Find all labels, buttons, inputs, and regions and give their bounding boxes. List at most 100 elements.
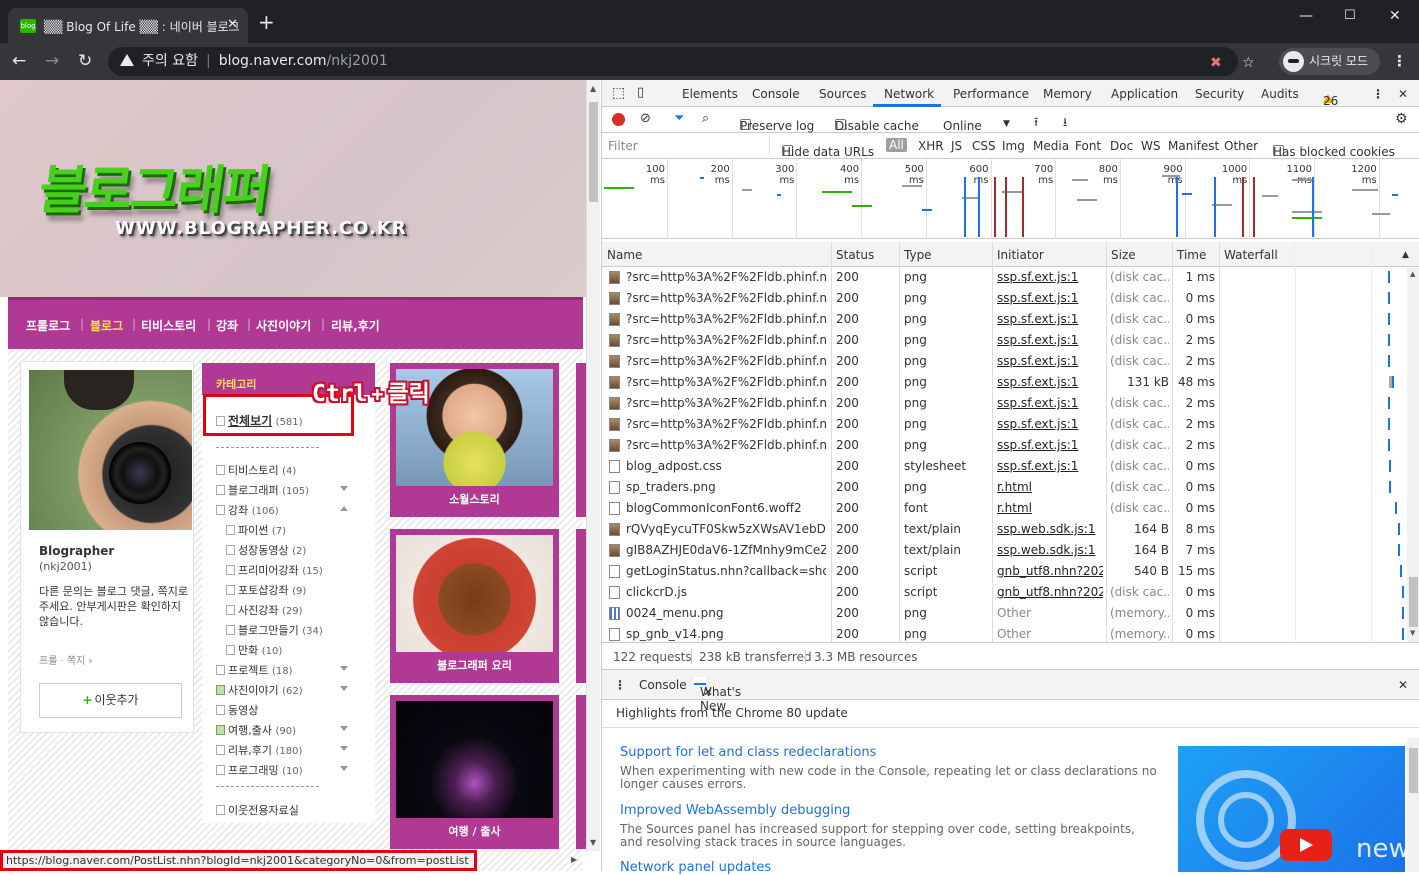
- expand-icon[interactable]: [340, 666, 348, 671]
- network-table-scrollbar[interactable]: ▲ ▼: [1407, 267, 1419, 642]
- filter-css[interactable]: CSS: [972, 139, 996, 153]
- thumbnail-card[interactable]: 블로그래퍼 요리: [390, 529, 559, 683]
- filter-ws[interactable]: WS: [1141, 139, 1160, 153]
- request-name[interactable]: ?src=http%3A%2F%2Fldb.phinf.nav...: [626, 375, 826, 389]
- device-toolbar-icon[interactable]: ▯: [637, 85, 644, 100]
- request-initiator[interactable]: Other: [997, 627, 1103, 641]
- new-tab-icon[interactable]: +: [258, 12, 275, 32]
- tab-application[interactable]: Application: [1111, 87, 1178, 101]
- category-item[interactable]: 티비스토리 (4): [216, 462, 296, 478]
- filter-input[interactable]: Filter: [604, 136, 770, 155]
- close-drawer-icon[interactable]: ✕: [1398, 678, 1408, 692]
- category-item[interactable]: 강좌 (106): [216, 502, 348, 518]
- category-item[interactable]: 만화 (10): [226, 642, 282, 658]
- whats-new-item[interactable]: Support for let and class redeclarations…: [620, 745, 1160, 791]
- request-name[interactable]: 0024_menu.png: [626, 606, 826, 620]
- category-item[interactable]: 사진이야기 (62): [216, 682, 348, 698]
- close-tab-icon[interactable]: ✕: [227, 17, 238, 32]
- request-name[interactable]: gIB8AZHJE0daV6-1ZfMnhy9mCeZQ...: [626, 543, 826, 557]
- category-item[interactable]: 블로그래퍼 (105): [216, 482, 348, 498]
- col-type[interactable]: Type: [904, 248, 932, 262]
- table-row[interactable]: ?src=http%3A%2F%2Fldb.phinf.nav... 200 png…: [602, 435, 1408, 456]
- request-initiator[interactable]: Other: [997, 606, 1103, 620]
- omnibox[interactable]: 주의 요함 | blog.naver.com/nkj2001: [108, 47, 1238, 76]
- whats-new-title[interactable]: Network panel updates: [620, 860, 1160, 875]
- menu-blog[interactable]: 블로그: [90, 317, 123, 334]
- request-name[interactable]: getLoginStatus.nhn?callback=show...: [626, 564, 826, 578]
- category-item[interactable]: 블로그만들기 (34): [226, 622, 323, 638]
- request-initiator[interactable]: ssp.sf.ext.js:1: [997, 333, 1103, 347]
- request-name[interactable]: ?src=http%3A%2F%2Fldb.phinf.nav...: [626, 438, 826, 452]
- table-row[interactable]: ?src=http%3A%2F%2Fldb.phinf.nav... 200 png…: [602, 288, 1408, 309]
- request-initiator[interactable]: ssp.web.sdk.js:1: [997, 522, 1103, 536]
- tab-audits[interactable]: Audits: [1261, 87, 1299, 101]
- collapse-icon[interactable]: [340, 506, 348, 511]
- network-overview-timeline[interactable]: 100 ms 200 ms 300 ms 400 ms 500 ms 600 ms 700 …: [602, 159, 1419, 239]
- col-size[interactable]: Size: [1111, 248, 1136, 262]
- request-initiator[interactable]: r.html: [997, 501, 1103, 515]
- request-name[interactable]: ?src=http%3A%2F%2Fldb.phinf.nav...: [626, 354, 826, 368]
- filter-manifest[interactable]: Manifest: [1168, 139, 1219, 153]
- request-name[interactable]: ?src=http%3A%2F%2Fldb.phinf.nav...: [626, 291, 826, 305]
- request-initiator[interactable]: gnb_utf8.nhn?202...: [997, 564, 1103, 578]
- scroll-right-icon[interactable]: ▶: [571, 855, 577, 864]
- request-name[interactable]: blogCommonIconFont6.woff2: [626, 501, 826, 515]
- browser-tab[interactable]: blog ▒▒ Blog Of Life ▒▒ : 네이버 블로그 ✕: [8, 8, 248, 43]
- close-window-icon[interactable]: ✕: [1389, 8, 1401, 24]
- drawer-tab-whats-new[interactable]: What's New ✕: [694, 677, 741, 713]
- category-item[interactable]: 프로그래밍 (10): [216, 762, 348, 778]
- tab-performance[interactable]: Performance: [953, 87, 1029, 101]
- profile-links[interactable]: 프롤 · 쪽지 ›: [39, 652, 93, 667]
- extension-blocked-icon[interactable]: ✖: [1210, 55, 1222, 71]
- scroll-down-icon[interactable]: ▼: [590, 838, 596, 847]
- close-tab-icon[interactable]: ✕: [703, 685, 713, 699]
- filter-all[interactable]: All: [886, 138, 907, 152]
- table-row[interactable]: clickcrD.js 200 script gnb_utf8.nhn?202... (…: [602, 582, 1408, 603]
- menu-tvstory[interactable]: 티비스토리: [141, 317, 196, 334]
- category-item[interactable]: 프로젝트 (18): [216, 662, 348, 678]
- request-initiator[interactable]: ssp.sf.ext.js:1: [997, 417, 1103, 431]
- scrollbar-thumb[interactable]: [589, 102, 598, 202]
- chrome-menu-icon[interactable]: ⋮: [1392, 52, 1407, 70]
- col-name[interactable]: Name: [607, 248, 642, 262]
- category-item[interactable]: 리뷰,후기 (180): [216, 742, 348, 758]
- menu-lecture[interactable]: 강좌: [216, 317, 238, 334]
- request-initiator[interactable]: gnb_utf8.nhn?202...: [997, 585, 1103, 599]
- filter-other[interactable]: Other: [1224, 139, 1258, 153]
- table-row[interactable]: ?src=http%3A%2F%2Fldb.phinf.nav... 200 png…: [602, 414, 1408, 435]
- request-initiator[interactable]: ssp.sf.ext.js:1: [997, 459, 1103, 473]
- table-row[interactable]: gIB8AZHJE0daV6-1ZfMnhy9mCeZQ... 200 text/p…: [602, 540, 1408, 561]
- tab-sources[interactable]: Sources: [819, 87, 866, 101]
- category-item[interactable]: 이웃전용자료실: [216, 802, 299, 818]
- request-name[interactable]: ?src=http%3A%2F%2Fldb.phinf.nav...: [626, 417, 826, 431]
- table-row[interactable]: ?src=http%3A%2F%2Fldb.phinf.nav... 200 png…: [602, 372, 1408, 393]
- request-name[interactable]: blog_adpost.css: [626, 459, 826, 473]
- export-har-icon[interactable]: ⭳: [1063, 113, 1067, 134]
- request-name[interactable]: sp_traders.png: [626, 480, 826, 494]
- filter-icon[interactable]: ⏷: [674, 111, 684, 126]
- col-time[interactable]: Time: [1177, 248, 1206, 262]
- table-row[interactable]: sp_traders.png 200 png r.html (disk cac... 0 …: [602, 477, 1408, 498]
- category-item[interactable]: 동영상: [216, 702, 258, 718]
- category-item[interactable]: 성장동영상 (2): [226, 542, 306, 558]
- filter-js[interactable]: JS: [951, 139, 962, 153]
- back-icon[interactable]: ←: [12, 51, 26, 71]
- blog-logo[interactable]: 블로그래퍼: [35, 148, 275, 223]
- settings-gear-icon[interactable]: ⚙: [1395, 111, 1408, 127]
- menu-photo-story[interactable]: 사진이야기: [256, 317, 311, 334]
- table-row[interactable]: rQVyqEycuTF0Skw5zXWsAV1ebDwc... 200 text/p…: [602, 519, 1408, 540]
- menu-review[interactable]: 리뷰,후기: [331, 317, 380, 334]
- youtube-play-icon[interactable]: [1280, 829, 1332, 861]
- category-item[interactable]: 파이썬 (7): [226, 522, 286, 538]
- request-name[interactable]: ?src=http%3A%2F%2Fldb.phinf.nav...: [626, 333, 826, 347]
- drawer-menu-icon[interactable]: ⋮: [614, 678, 626, 692]
- drawer-scrollbar[interactable]: [1407, 738, 1419, 872]
- request-initiator[interactable]: ssp.web.sdk.js:1: [997, 543, 1103, 557]
- whats-new-title[interactable]: Support for let and class redeclarations: [620, 745, 1160, 760]
- whats-new-item[interactable]: Improved WebAssembly debugging The Sourc…: [620, 803, 1160, 849]
- table-row[interactable]: ?src=http%3A%2F%2Fldb.phinf.nav... 200 png…: [602, 309, 1408, 330]
- import-har-icon[interactable]: ⭱: [1034, 113, 1038, 134]
- request-name[interactable]: clickcrD.js: [626, 585, 826, 599]
- request-initiator[interactable]: ssp.sf.ext.js:1: [997, 312, 1103, 326]
- tab-security[interactable]: Security: [1195, 87, 1244, 101]
